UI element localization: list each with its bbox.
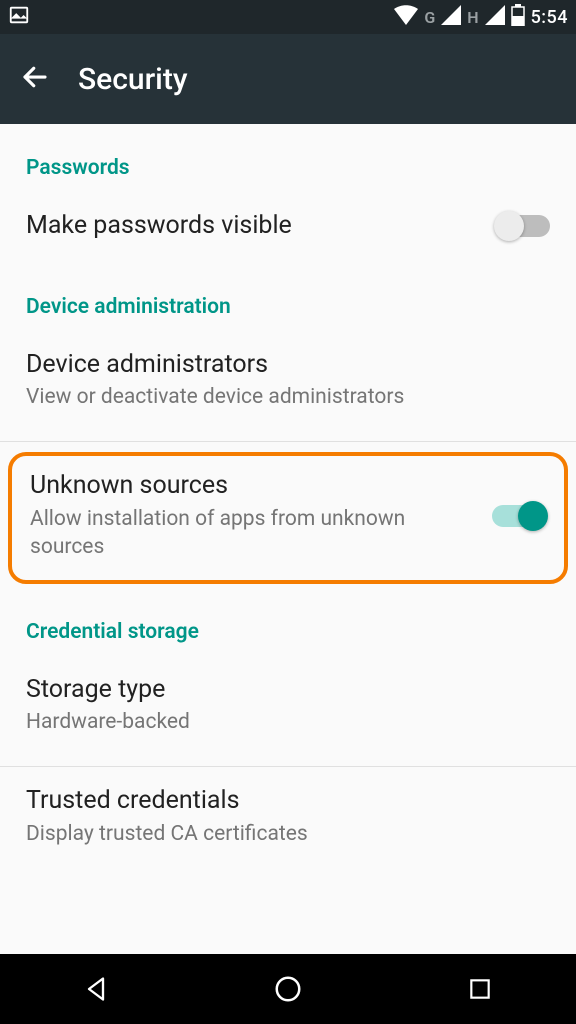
item-subtitle: Display trusted CA certificates — [26, 820, 550, 848]
divider — [0, 441, 576, 442]
item-storage-type[interactable]: Storage type Hardware-backed — [0, 656, 576, 757]
navigation-bar — [0, 954, 576, 1024]
item-subtitle: Hardware-backed — [26, 708, 550, 736]
network-h-label: H — [467, 8, 478, 27]
back-icon[interactable] — [20, 62, 50, 96]
item-unknown-sources[interactable]: Unknown sources Allow installation of ap… — [30, 470, 546, 561]
item-title: Storage type — [26, 674, 550, 707]
toggle-make-passwords-visible[interactable] — [496, 215, 550, 237]
item-make-passwords-visible[interactable]: Make passwords visible — [0, 192, 576, 263]
section-header-credential-storage: Credential storage — [0, 588, 576, 656]
signal-icon-1 — [441, 5, 461, 30]
status-bar: G H 5:54 — [0, 0, 576, 34]
item-title: Trusted credentials — [26, 785, 550, 818]
toggle-unknown-sources[interactable] — [492, 505, 546, 527]
signal-icon-2 — [485, 5, 505, 30]
item-title: Unknown sources — [30, 470, 476, 503]
item-title: Make passwords visible — [26, 210, 480, 243]
item-subtitle: View or deactivate device administrators — [26, 383, 550, 411]
page-title: Security — [78, 62, 188, 97]
battery-icon — [511, 4, 525, 31]
network-g-label: G — [424, 8, 435, 27]
item-trusted-credentials[interactable]: Trusted credentials Display trusted CA c… — [0, 767, 576, 868]
nav-recent-button[interactable] — [440, 964, 520, 1014]
item-subtitle: Allow installation of apps from unknown … — [30, 505, 476, 562]
item-title: Device administrators — [26, 349, 550, 382]
item-device-administrators[interactable]: Device administrators View or deactivate… — [0, 331, 576, 432]
highlight-unknown-sources: Unknown sources Allow installation of ap… — [8, 452, 568, 583]
image-icon — [8, 4, 30, 31]
section-header-device-admin: Device administration — [0, 263, 576, 331]
section-header-passwords: Passwords — [0, 124, 576, 192]
status-clock: 5:54 — [531, 7, 568, 28]
nav-back-button[interactable] — [56, 964, 136, 1014]
nav-home-button[interactable] — [248, 964, 328, 1014]
wifi-icon — [394, 5, 418, 30]
app-bar: Security — [0, 34, 576, 124]
settings-content: Passwords Make passwords visible Device … — [0, 124, 576, 954]
